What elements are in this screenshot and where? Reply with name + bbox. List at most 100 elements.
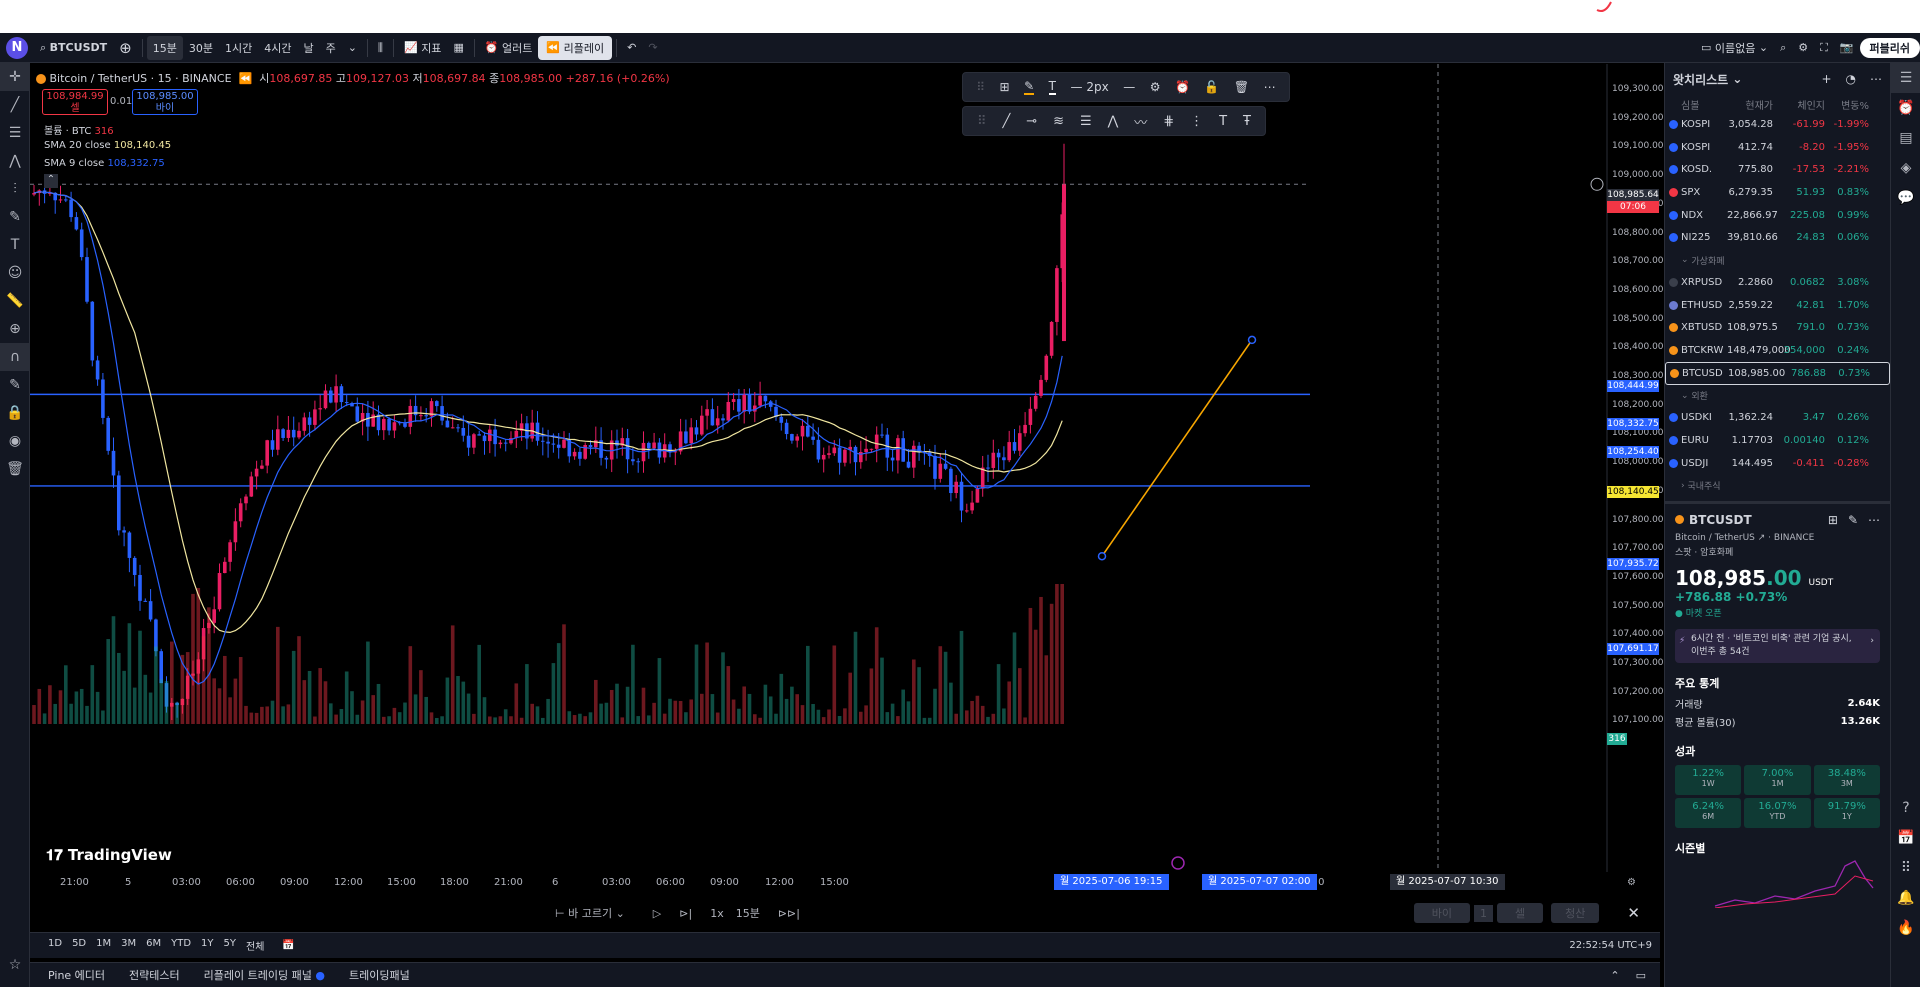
- layers-icon[interactable]: ◈: [1891, 153, 1920, 183]
- crosshair-icon[interactable]: ✛: [0, 63, 30, 91]
- template-icon[interactable]: ⊞: [1000, 80, 1010, 94]
- price-chart[interactable]: [30, 64, 1610, 872]
- perf-cell-3m[interactable]: 38.48% 3M: [1813, 764, 1880, 795]
- chevron-down-icon[interactable]: ⌄: [342, 36, 363, 60]
- lock-icon[interactable]: 🔒: [0, 399, 30, 427]
- range-6m[interactable]: 6M: [146, 938, 161, 953]
- text-color-icon[interactable]: T: [1048, 79, 1057, 95]
- replay-close-position-button[interactable]: 청산: [1551, 903, 1600, 923]
- line-color-icon[interactable]: ✎: [1024, 79, 1035, 95]
- watchlist-row[interactable]: NDX 22,866.97 225.08 0.99%: [1665, 204, 1890, 227]
- range-1m[interactable]: 1M: [96, 938, 111, 953]
- detail-symbol[interactable]: BTCUSDT: [1689, 513, 1752, 527]
- range-1d[interactable]: 1D: [48, 938, 62, 953]
- watchlist-row[interactable]: USDJI 144.495 -0.411 -0.28%: [1665, 452, 1890, 475]
- camera-icon[interactable]: 📷: [1834, 36, 1860, 60]
- gann-icon[interactable]: ⋕: [1163, 114, 1174, 129]
- settings-icon[interactable]: ⚙: [1792, 36, 1814, 60]
- bottom-tab[interactable]: 트레이딩패널: [349, 967, 410, 983]
- alerts-icon[interactable]: ⏰: [1891, 93, 1920, 123]
- perf-cell-1m[interactable]: 7.00% 1M: [1744, 764, 1811, 795]
- close-replay-icon[interactable]: ✕: [1627, 904, 1640, 922]
- perf-cell-6m[interactable]: 6.24% 6M: [1675, 797, 1742, 828]
- col-symbol[interactable]: 심볼: [1669, 97, 1727, 112]
- lock-icon[interactable]: 🔓: [1204, 80, 1219, 94]
- interval-1h[interactable]: 1시간: [219, 36, 258, 60]
- emoji-icon[interactable]: ☺: [0, 259, 30, 287]
- magnet-icon[interactable]: ∩: [0, 343, 30, 371]
- calendar-icon[interactable]: 📅: [1891, 823, 1920, 853]
- watchlist-row[interactable]: KOSD. 775.80 -17.53 -2.21%: [1665, 158, 1890, 181]
- select-bar-button[interactable]: ⊢ 바 고르기 ⌄: [555, 905, 625, 921]
- section-fx[interactable]: ⌄ 외환: [1665, 385, 1890, 407]
- perf-cell-ytd[interactable]: 16.07% YTD: [1744, 797, 1811, 828]
- perf-cell-1y[interactable]: 91.79% 1Y: [1813, 797, 1880, 828]
- interval-15m[interactable]: 15분: [146, 35, 183, 60]
- watchlist-row[interactable]: NI225 39,810.66 24.83 0.06%: [1665, 226, 1890, 249]
- range-3m[interactable]: 3M: [121, 938, 136, 953]
- fib-icon[interactable]: ☰: [0, 119, 30, 147]
- replay-sell-button[interactable]: 셀: [1497, 903, 1544, 923]
- watchlist-icon[interactable]: ☰: [1891, 63, 1920, 93]
- delete-icon[interactable]: 🗑: [1234, 80, 1249, 94]
- publish-button[interactable]: 퍼블리쉬: [1859, 37, 1920, 58]
- add-symbol-icon[interactable]: +: [1821, 72, 1831, 86]
- edit-icon[interactable]: ✎: [1848, 513, 1858, 527]
- range-5y[interactable]: 5Y: [224, 938, 236, 953]
- watchlist-row[interactable]: KOSPI 412.74 -8.20 -1.95%: [1665, 136, 1890, 159]
- elliott-wave-icon[interactable]: 〰: [1134, 112, 1147, 131]
- projection-icon[interactable]: ⋮: [1190, 114, 1203, 129]
- pattern-icon[interactable]: ⋀: [1108, 114, 1119, 129]
- indicators-button[interactable]: 📈 지표: [398, 36, 447, 60]
- watchlist-title[interactable]: 왓치리스트: [1673, 71, 1728, 88]
- forecast-icon[interactable]: ⫶: [0, 175, 30, 203]
- templates-icon[interactable]: ▦: [447, 36, 469, 60]
- speed-button[interactable]: 1x: [710, 907, 724, 920]
- watchlist-row[interactable]: BTCKRW 148,479,000 354,000 0.24%: [1665, 339, 1890, 362]
- candles-icon[interactable]: ⫼: [372, 36, 389, 60]
- trendline-icon[interactable]: ╱: [1002, 114, 1010, 129]
- range-1y[interactable]: 1Y: [201, 938, 213, 953]
- trash-icon[interactable]: 🗑: [0, 455, 30, 483]
- alert-button[interactable]: ⏰ 얼러트: [479, 36, 539, 60]
- col-change[interactable]: 체인지: [1773, 97, 1825, 112]
- fib-retracement-icon[interactable]: ☰: [1080, 114, 1092, 129]
- help-icon[interactable]: ?: [1891, 793, 1920, 823]
- bottom-tab[interactable]: 리플레이 트레이딩 패널 ●: [204, 967, 325, 983]
- channel-icon[interactable]: ≋: [1053, 114, 1064, 129]
- range-5d[interactable]: 5D: [72, 938, 86, 953]
- perf-cell-1w[interactable]: 1.22% 1W: [1675, 764, 1742, 795]
- text-icon[interactable]: T: [1219, 114, 1227, 129]
- time-scale[interactable]: 21:00 5 03:00 06:00 09:00 12:00 15:00 18:00 21:0…: [30, 872, 1636, 892]
- more-icon[interactable]: ⋯: [1870, 72, 1882, 86]
- sell-button[interactable]: 108,984.99 셀: [42, 89, 108, 115]
- more-icon[interactable]: ⋯: [1868, 513, 1880, 527]
- lock-drawing-icon[interactable]: ✎: [0, 371, 30, 399]
- line-width-button[interactable]: — 2px: [1071, 80, 1109, 94]
- col-change-pct[interactable]: 변동%: [1825, 97, 1869, 112]
- fullscreen-icon[interactable]: ⛶: [1814, 36, 1834, 60]
- replay-interval-button[interactable]: 15분: [736, 905, 760, 921]
- zoom-icon[interactable]: ⊕: [0, 315, 30, 343]
- maximize-panel-icon[interactable]: ▭: [1636, 969, 1646, 982]
- watchlist-row[interactable]: BTCUSD 108,985.00 786.88 0.73%: [1665, 361, 1890, 385]
- horizontal-ray-icon[interactable]: ⊸: [1026, 114, 1037, 129]
- alert-add-icon[interactable]: ⏰: [1175, 80, 1190, 94]
- interval-4h[interactable]: 4시간: [258, 36, 297, 60]
- text-icon[interactable]: T: [0, 231, 30, 259]
- play-icon[interactable]: ▷: [653, 907, 661, 920]
- watchlist-row[interactable]: USDKI 1,362.24 3.47 0.26%: [1665, 407, 1890, 430]
- ruler-icon[interactable]: 📏: [0, 287, 30, 315]
- line-style-icon[interactable]: —: [1123, 80, 1135, 94]
- symbol-search[interactable]: ⌕ BTCUSDT: [34, 36, 113, 60]
- layout-button[interactable]: ▭ 이름없음 ⌄: [1695, 36, 1774, 60]
- replay-button[interactable]: ⏪ 리플레이: [538, 35, 613, 60]
- anchored-text-icon[interactable]: Ŧ: [1243, 114, 1251, 129]
- interval-30m[interactable]: 30분: [183, 36, 219, 60]
- watchlist-row[interactable]: XBTUSD 108,975.5 791.0 0.73%: [1665, 317, 1890, 340]
- buy-button[interactable]: 108,985.00 바이: [132, 89, 198, 115]
- drag-handle-icon[interactable]: ⠿: [977, 114, 987, 129]
- clock[interactable]: 22:52:54 UTC+9: [1569, 940, 1652, 951]
- hotlist-icon[interactable]: 🔥: [1891, 913, 1920, 943]
- advanced-view-icon[interactable]: ◔: [1846, 72, 1856, 86]
